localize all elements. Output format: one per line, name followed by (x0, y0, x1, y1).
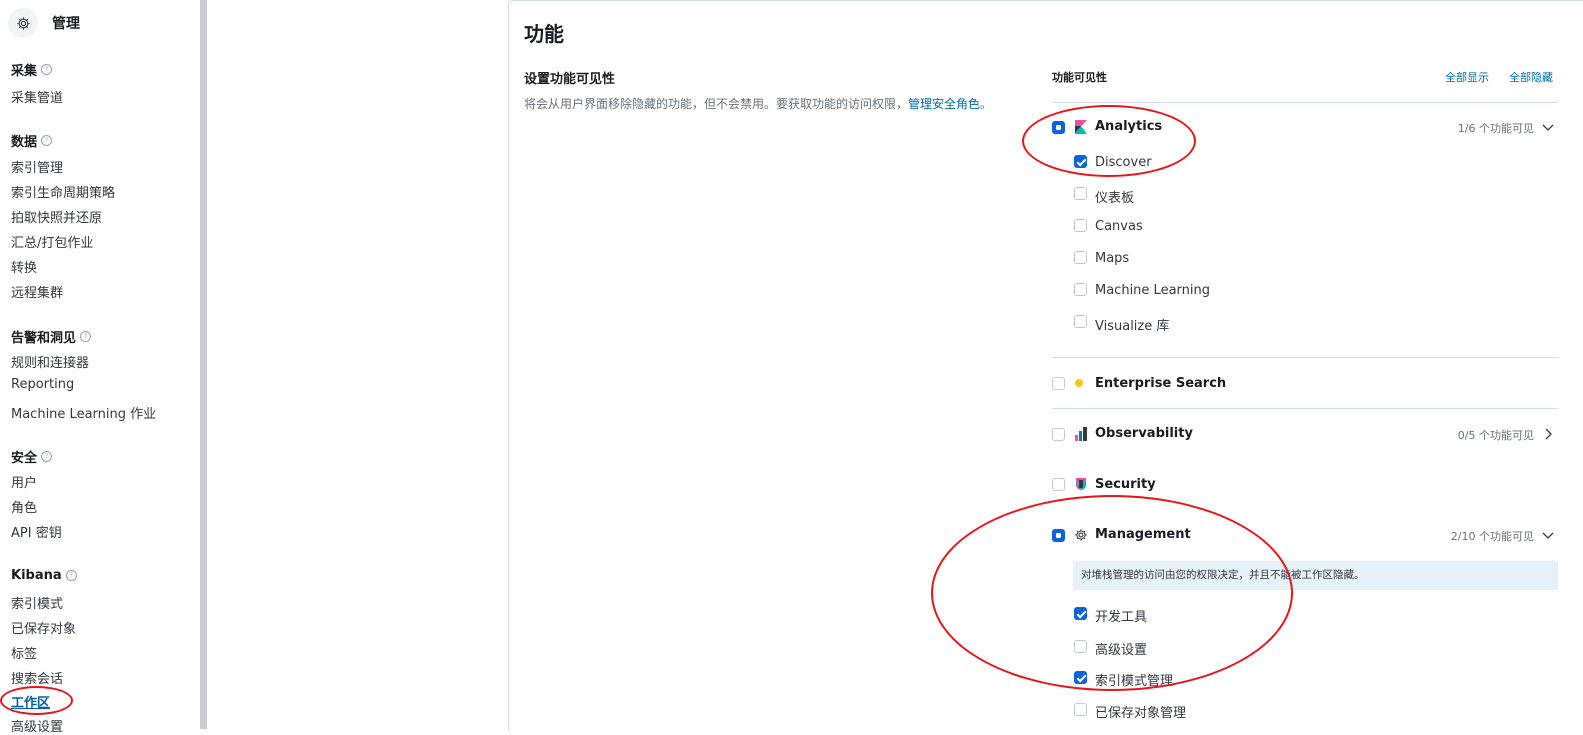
gear-icon (1075, 529, 1087, 541)
manage-roles-link[interactable]: 管理安全角色 (908, 97, 980, 111)
maps-label: Maps (1095, 251, 1130, 266)
divider (1052, 408, 1558, 409)
dev-tools-label: 开发工具 (1095, 610, 1148, 625)
group-title: 安全 (11, 451, 38, 466)
index-pattern-management-checkbox[interactable] (1074, 671, 1087, 684)
enterprise-search-checkbox[interactable] (1052, 377, 1065, 390)
dev-tools-checkbox[interactable] (1074, 607, 1087, 620)
sidebar-item-snapshot[interactable]: 拍取快照并还原 (11, 207, 102, 226)
description-text: 将会从用户界面移除隐藏的功能，但不会禁用。要获取功能的访问权限， (524, 97, 909, 111)
sidebar-group-kibana: Kibana? (11, 568, 77, 583)
sidebar-header: 管理 (8, 8, 80, 38)
hide-all-button[interactable]: 全部隐藏 (1509, 69, 1553, 85)
page-title: 功能 (524, 22, 564, 46)
observability-checkbox[interactable] (1052, 428, 1065, 441)
saved-objects-management-checkbox[interactable] (1074, 703, 1087, 716)
sidebar-group-security: 安全? (11, 447, 53, 466)
help-icon: ? (80, 331, 92, 342)
dashboard-label: 仪表板 (1095, 191, 1135, 206)
sidebar-item-users[interactable]: 用户 (11, 472, 37, 491)
sidebar-item-ilm[interactable]: 索引生命周期策略 (11, 182, 115, 201)
divider (1052, 357, 1558, 358)
section-description: 将会从用户界面移除隐藏的功能，但不会禁用。要获取功能的访问权限，管理安全角色。 (524, 95, 992, 112)
sidebar-item-roles[interactable]: 角色 (11, 497, 37, 516)
sidebar-item-remote-clusters[interactable]: 远程集群 (11, 282, 63, 301)
machine-learning-checkbox[interactable] (1074, 283, 1087, 296)
management-checkbox[interactable] (1052, 529, 1065, 542)
saved-objects-management-label: 已保存对象管理 (1095, 706, 1187, 721)
sidebar-group-ingest: 采集? (11, 60, 53, 79)
observability-label: Observability (1095, 426, 1193, 441)
gear-icon (8, 8, 38, 38)
observability-count: 0/5 个功能可见 (1457, 429, 1534, 442)
visualize-library-checkbox[interactable] (1074, 315, 1087, 328)
sidebar-item-ml-jobs[interactable]: Machine Learning 作业 (11, 403, 156, 422)
enterprise-search-logo-icon (1075, 377, 1087, 389)
sidebar-item-api-keys[interactable]: API 密钥 (11, 522, 62, 541)
machine-learning-label: Machine Learning (1095, 283, 1210, 298)
security-label: Security (1095, 477, 1156, 492)
analytics-count: 1/6 个功能可见 (1457, 122, 1534, 135)
sidebar-item-rollup[interactable]: 汇总/打包作业 (11, 232, 93, 251)
advanced-settings-checkbox[interactable] (1074, 640, 1087, 653)
sidebar-item-index-patterns[interactable]: 索引模式 (11, 593, 63, 612)
sidebar-group-alerts: 告警和洞见? (11, 327, 92, 346)
section-title: 设置功能可见性 (524, 72, 616, 87)
management-label: Management (1095, 527, 1191, 542)
group-title: 数据 (11, 135, 38, 150)
sidebar: 管理 采集? 采集管道 数据? 索引管理 索引生命周期策略 拍取快照并还原 汇总… (0, 0, 200, 735)
security-checkbox[interactable] (1052, 478, 1065, 491)
sidebar-item-index-management[interactable]: 索引管理 (11, 157, 63, 176)
feature-visibility-title: 功能可见性 (1052, 71, 1107, 84)
group-title: 告警和洞见 (11, 331, 77, 346)
sidebar-group-data: 数据? (11, 131, 53, 150)
discover-label: Discover (1095, 155, 1152, 170)
group-title: Kibana (11, 568, 62, 583)
kibana-logo-icon (1075, 120, 1087, 134)
sidebar-item-ingest-pipelines[interactable]: 采集管道 (11, 87, 63, 106)
sidebar-item-transforms[interactable]: 转换 (11, 257, 37, 276)
analytics-checkbox[interactable] (1052, 121, 1065, 134)
help-icon: ? (41, 135, 53, 146)
description-end: 。 (980, 97, 993, 111)
sidebar-item-tags[interactable]: 标签 (11, 643, 37, 662)
observability-logo-icon (1075, 427, 1087, 441)
advanced-settings-label: 高级设置 (1095, 643, 1148, 658)
sidebar-item-reporting[interactable]: Reporting (11, 377, 74, 392)
maps-checkbox[interactable] (1074, 251, 1087, 264)
management-notice: 对堆栈管理的访问由您的权限决定，并且不能被工作区隐藏。 (1073, 561, 1558, 590)
dashboard-checkbox[interactable] (1074, 187, 1087, 200)
chevron-right-icon[interactable] (1541, 427, 1555, 441)
analytics-label: Analytics (1095, 119, 1163, 134)
chevron-down-icon[interactable] (1541, 120, 1555, 134)
sidebar-item-spaces[interactable]: 工作区 (11, 692, 50, 711)
show-all-button[interactable]: 全部显示 (1445, 69, 1489, 85)
sidebar-item-search-sessions[interactable]: 搜索会话 (11, 668, 63, 687)
sidebar-item-saved-objects[interactable]: 已保存对象 (11, 618, 76, 637)
chevron-down-icon[interactable] (1541, 528, 1555, 542)
help-icon: ? (41, 64, 53, 75)
divider (1052, 102, 1558, 103)
sidebar-scrollbar[interactable] (200, 0, 207, 729)
index-pattern-management-label: 索引模式管理 (1095, 674, 1174, 689)
sidebar-item-advanced-settings[interactable]: 高级设置 (11, 716, 63, 735)
sidebar-item-rules[interactable]: 规则和连接器 (11, 352, 89, 371)
security-logo-icon (1076, 478, 1086, 490)
help-icon: ? (41, 451, 53, 462)
enterprise-search-label: Enterprise Search (1095, 376, 1227, 391)
management-count: 2/10 个功能可见 (1450, 530, 1534, 543)
group-title: 采集 (11, 64, 38, 79)
canvas-checkbox[interactable] (1074, 219, 1087, 232)
visualize-library-label: Visualize 库 (1095, 319, 1170, 334)
canvas-label: Canvas (1095, 219, 1143, 234)
help-icon: ? (65, 570, 77, 581)
discover-checkbox[interactable] (1074, 155, 1087, 168)
sidebar-title: 管理 (52, 16, 80, 32)
